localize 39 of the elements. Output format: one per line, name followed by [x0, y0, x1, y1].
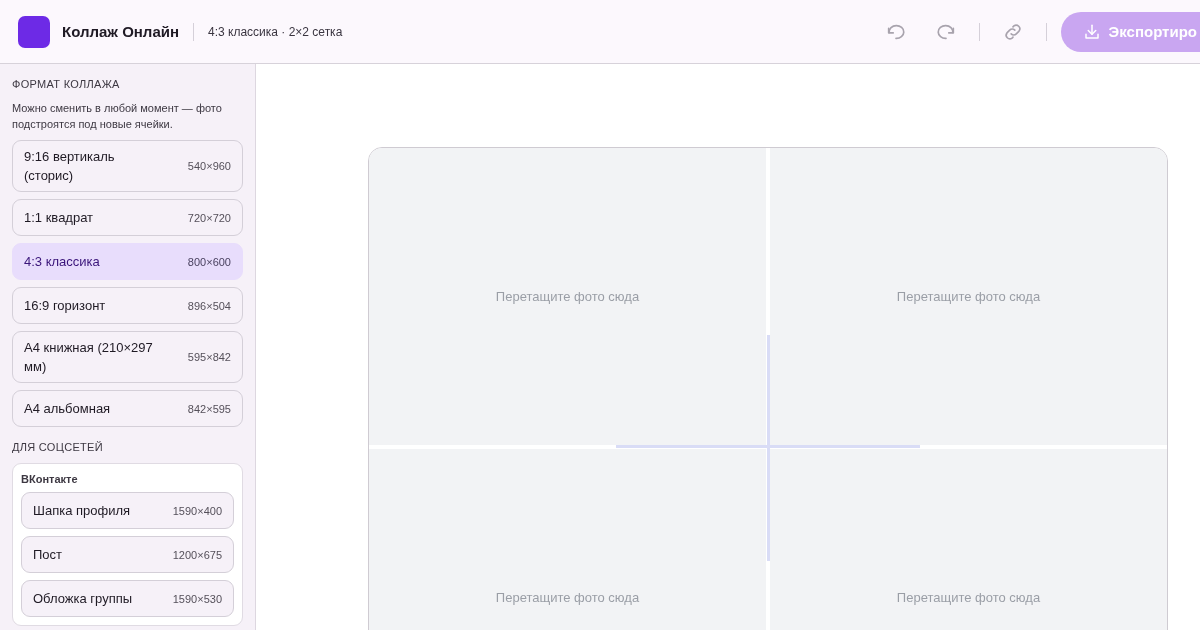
- drop-placeholder: Перетащите фото сюда: [495, 590, 640, 605]
- format-option[interactable]: 9:16 вертикаль (сторис) 540×960: [12, 140, 243, 192]
- format-option[interactable]: 1:1 квадрат 720×720: [12, 199, 243, 236]
- logo-icon: [18, 15, 50, 48]
- format-label: Обложка группы: [33, 590, 133, 608]
- format-label: A4 альбомная: [24, 400, 111, 418]
- format-label: Пост: [33, 546, 63, 564]
- format-option[interactable]: Шапка профиля 1590×400: [21, 492, 234, 529]
- format-label: Шапка профиля: [33, 502, 131, 520]
- format-option[interactable]: Обложка группы 1590×530: [21, 580, 234, 617]
- format-label: 4:3 классика: [24, 253, 100, 271]
- format-option[interactable]: 16:9 горизонт 896×504: [12, 287, 243, 324]
- format-size: 595×842: [187, 351, 231, 363]
- format-label: 1:1 квадрат: [24, 209, 94, 227]
- format-subtitle: 4:3 классика · 2×2 сетка: [208, 24, 343, 39]
- group-title: ВКонтакте: [21, 473, 79, 485]
- format-option[interactable]: A4 книжная (210×297 мм) 595×842: [12, 331, 243, 383]
- format-size: 540×960: [187, 160, 231, 172]
- format-option[interactable]: 4:3 классика 800×600: [12, 243, 243, 280]
- format-label: 16:9 горизонт: [24, 297, 106, 315]
- drop-placeholder: Перетащите фото сюда: [896, 590, 1041, 605]
- format-option[interactable]: Пост 1200×675: [21, 536, 234, 573]
- format-size: 1590×400: [172, 504, 222, 517]
- format-size: 800×600: [187, 255, 231, 268]
- format-option[interactable]: A4 альбомная 842×595: [12, 390, 243, 427]
- drop-placeholder: Перетащите фото сюда: [495, 289, 640, 304]
- format-size: 1590×530: [172, 592, 222, 605]
- hint-text: Можно сменить в любой момент — фото подстроятся под новые ячейки.: [12, 101, 223, 132]
- app-title: Коллаж Онлайн: [62, 23, 180, 40]
- download-icon: [1082, 22, 1101, 41]
- format-size: 842×595: [187, 402, 231, 415]
- format-label: 9:16 вертикаль (сторис): [24, 148, 116, 185]
- section-title: ФОРМАТ КОЛЛАЖА: [12, 78, 121, 90]
- drop-placeholder: Перетащите фото сюда: [896, 289, 1041, 304]
- format-size: 720×720: [187, 211, 231, 224]
- format-size: 896×504: [187, 299, 231, 312]
- format-label: A4 книжная (210×297 мм): [24, 339, 154, 376]
- section-title: ДЛЯ СОЦСЕТЕЙ: [12, 441, 104, 453]
- format-size: 1200×675: [172, 548, 222, 561]
